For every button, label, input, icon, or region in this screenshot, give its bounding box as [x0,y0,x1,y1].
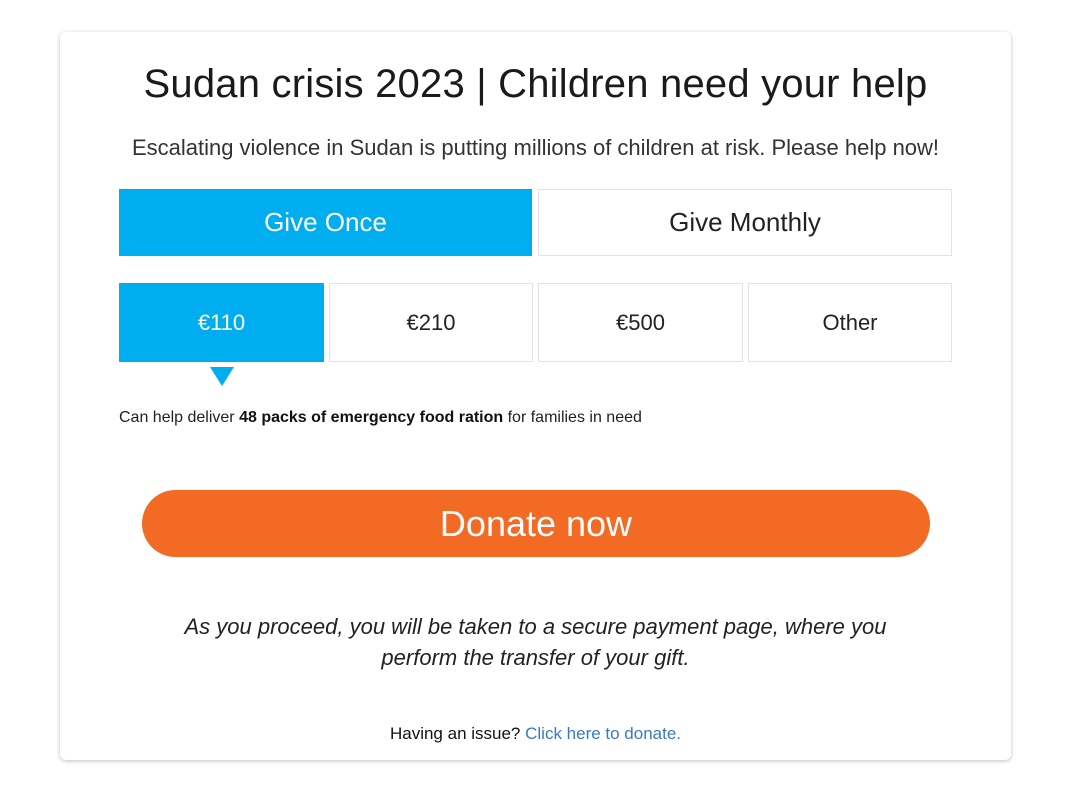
donate-now-button[interactable]: Donate now [142,490,930,557]
amount-option-other[interactable]: Other [748,283,952,362]
amount-option-500[interactable]: €500 [538,283,743,362]
selected-amount-pointer-icon [210,367,234,386]
donation-card: Sudan crisis 2023 | Children need your h… [60,32,1011,760]
amount-option-210[interactable]: €210 [329,283,533,362]
amount-option-110[interactable]: €110 [119,283,324,362]
issue-text: Having an issue? [389,724,526,743]
impact-suffix: for families in need [503,409,642,426]
secure-payment-note: As you proceed, you will be taken to a s… [184,614,887,670]
impact-highlight: 48 packs of emergency food ration [239,409,504,426]
page-subtitle: Escalating violence in Sudan is putting … [131,135,940,160]
click-here-to-donate-link[interactable]: Click here to donate. [525,724,681,743]
page-title: Sudan crisis 2023 | Children need your h… [143,62,928,106]
impact-prefix: Can help deliver [119,409,240,426]
impact-text: Can help deliver 48 packs of emergency f… [119,409,642,427]
give-once-tab[interactable]: Give Once [119,189,532,256]
issue-line: Having an issue? Click here to donate. [60,724,1011,744]
give-monthly-tab[interactable]: Give Monthly [538,189,952,256]
